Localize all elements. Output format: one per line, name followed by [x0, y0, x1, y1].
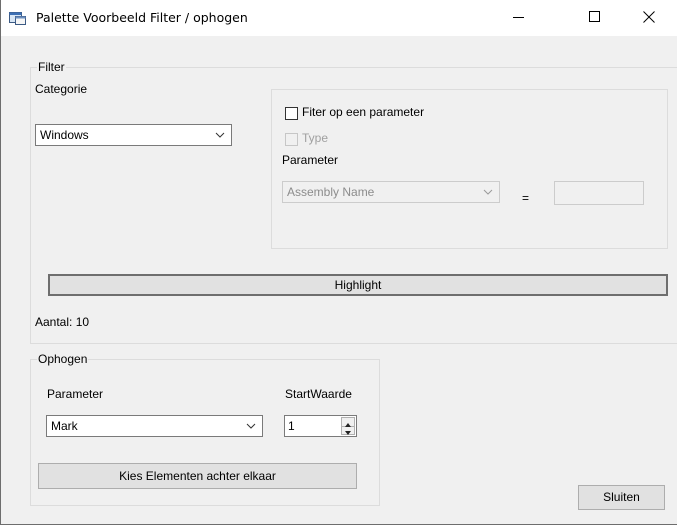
ophogen-group-title: Ophogen: [37, 352, 89, 366]
window-title: Palette Voorbeeld Filter / ophogen: [36, 10, 248, 25]
highlight-button[interactable]: Highlight: [48, 274, 668, 296]
categorie-label: Categorie: [35, 82, 88, 96]
startwaarde-value: 1: [288, 419, 295, 433]
title-bar[interactable]: Palette Voorbeeld Filter / ophogen: [1, 0, 677, 36]
startwaarde-stepper[interactable]: 1: [284, 415, 357, 437]
maximize-icon: [589, 11, 600, 22]
categorie-dropdown[interactable]: Windows: [35, 124, 232, 146]
ophogen-parameter-label: Parameter: [47, 387, 104, 401]
ophogen-parameter-dropdown[interactable]: Mark: [46, 415, 263, 437]
chevron-down-icon: [246, 423, 256, 429]
spin-buttons[interactable]: [341, 417, 355, 435]
spin-down-icon[interactable]: [342, 426, 354, 435]
chevron-down-icon: [215, 132, 225, 138]
equals-sign: =: [522, 191, 530, 205]
parameter-filter-checkbox[interactable]: [285, 107, 298, 120]
sluiten-button[interactable]: Sluiten: [578, 485, 665, 510]
filter-parameter-dropdown[interactable]: Assembly Name: [282, 181, 500, 203]
filter-value-field[interactable]: [554, 181, 644, 205]
filter-group-title: Filter: [37, 60, 66, 74]
parameter-filter-checkbox-label[interactable]: Fiter op een parameter: [302, 105, 424, 119]
type-checkbox[interactable]: [285, 133, 298, 146]
ophogen-parameter-value: Mark: [51, 419, 78, 433]
count-text: Aantal: 10: [35, 315, 90, 329]
close-button[interactable]: [629, 0, 675, 36]
startwaarde-label: StartWaarde: [285, 387, 352, 401]
app-icon: [9, 10, 27, 26]
chevron-down-icon: [483, 189, 493, 195]
maximize-button[interactable]: [575, 0, 621, 36]
main-window: Palette Voorbeeld Filter / ophogen Filte…: [0, 0, 677, 525]
kies-elementen-button[interactable]: Kies Elementen achter elkaar: [38, 463, 357, 489]
filter-parameter-value: Assembly Name: [287, 185, 375, 199]
filter-parameter-label: Parameter: [282, 153, 339, 167]
close-icon: [643, 11, 655, 23]
categorie-value: Windows: [40, 128, 89, 142]
minimize-icon: [513, 17, 524, 18]
type-checkbox-label[interactable]: Type: [302, 131, 328, 145]
minimize-button[interactable]: [499, 0, 545, 36]
